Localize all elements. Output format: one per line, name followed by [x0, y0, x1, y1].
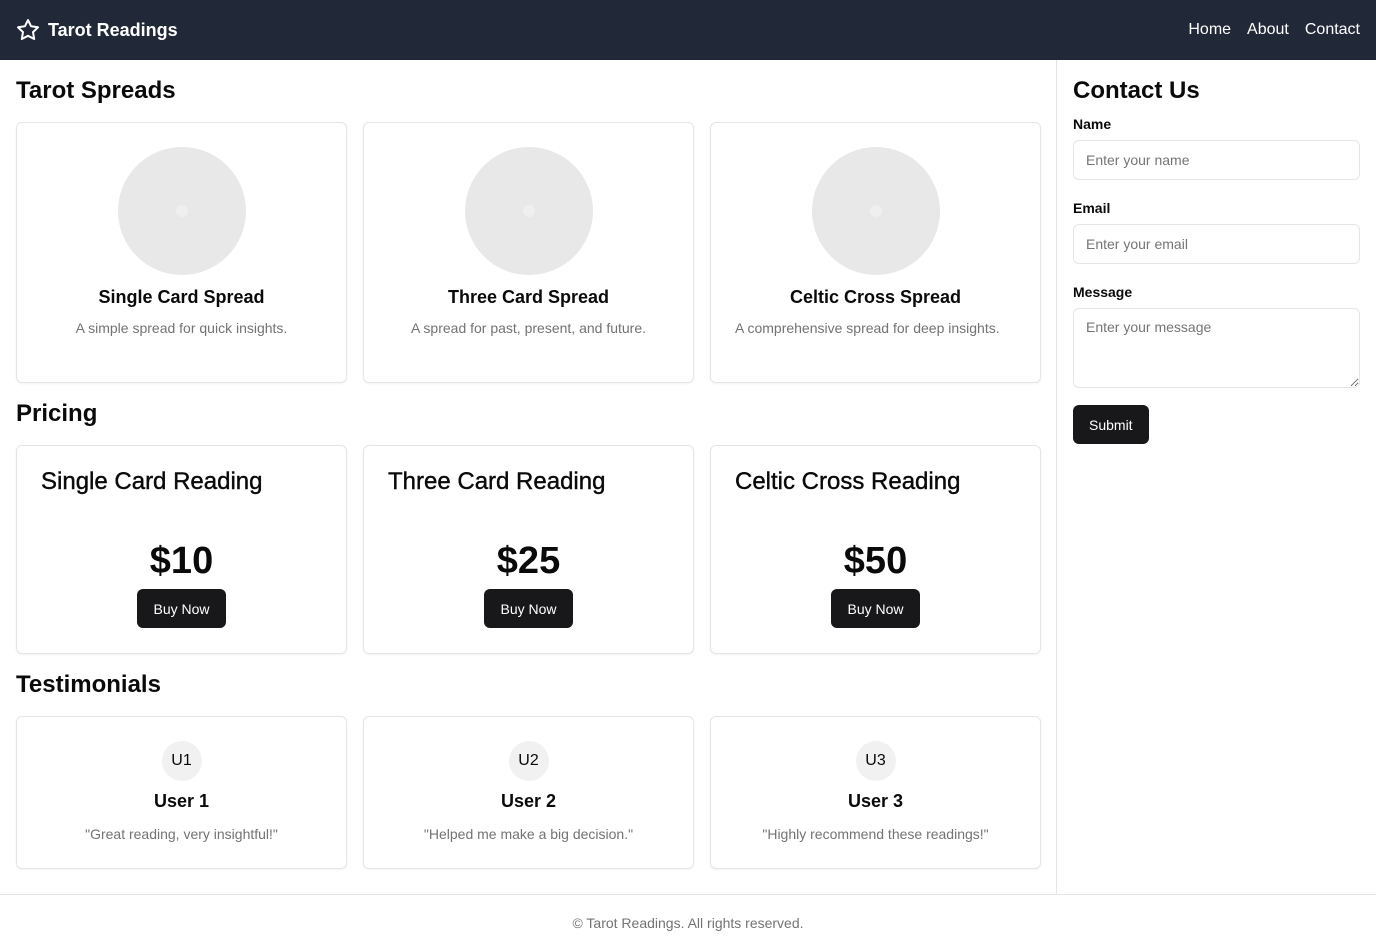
- testimonial-quote: "Highly recommend these readings!": [762, 826, 989, 842]
- submit-button[interactable]: Submit: [1073, 405, 1149, 444]
- pricing-heading: Pricing: [16, 400, 98, 427]
- testimonial-quote: "Helped me make a big decision.": [423, 826, 634, 842]
- spread-image: [464, 147, 593, 275]
- nav-about[interactable]: About: [1247, 21, 1289, 39]
- footer: © Tarot Readings. All rights reserved.: [0, 894, 1376, 950]
- footer-text: © Tarot Readings. All rights reserved.: [572, 915, 804, 931]
- email-input[interactable]: [1073, 224, 1360, 264]
- spread-desc: A simple spread for quick insights.: [75, 320, 288, 336]
- nav-contact[interactable]: Contact: [1305, 21, 1360, 39]
- spread-desc: A spread for past, present, and future.: [410, 320, 647, 336]
- avatar: U3: [855, 741, 896, 781]
- avatar: U1: [161, 741, 202, 781]
- pricing-title: Three Card Reading: [388, 468, 606, 495]
- spread-image: [811, 147, 940, 275]
- testimonial-name: User 1: [153, 791, 210, 811]
- testimonials-heading: Testimonials: [16, 671, 161, 698]
- star-icon: [17, 19, 39, 40]
- top-nav: Tarot Readings Home About Contact: [0, 0, 1376, 60]
- message-label: Message: [1073, 284, 1133, 300]
- pricing-title: Single Card Reading: [41, 468, 263, 495]
- buy-now-button[interactable]: Buy Now: [831, 589, 920, 628]
- price: $25: [496, 540, 561, 582]
- spread-image: [117, 147, 246, 275]
- price: $10: [149, 540, 214, 582]
- avatar: U2: [508, 741, 549, 781]
- spread-title: Single Card Spread: [98, 287, 265, 307]
- name-input[interactable]: [1073, 140, 1360, 180]
- spread-title: Celtic Cross Spread: [789, 287, 962, 307]
- testimonial-name: User 2: [500, 791, 557, 811]
- spreads-heading: Tarot Spreads: [16, 77, 176, 104]
- spread-title: Three Card Spread: [447, 287, 610, 307]
- pricing-card: Single Card Reading $10 Buy Now: [16, 445, 347, 654]
- pricing-card: Celtic Cross Reading $50 Buy Now: [710, 445, 1041, 654]
- testimonial-card: U1 User 1 "Great reading, very insightful!…: [16, 716, 347, 869]
- spread-desc: A comprehensive spread for deep insights…: [735, 320, 1000, 336]
- nav-home[interactable]: Home: [1188, 21, 1231, 39]
- testimonial-card: U3 User 3 "Highly recommend these readings…: [710, 716, 1041, 869]
- message-input[interactable]: [1073, 308, 1360, 388]
- contact-sidebar: Contact Us Name Email Message Submit: [1057, 60, 1376, 894]
- main-content: Tarot Spreads Single Card Spread A simple…: [0, 60, 1057, 894]
- price: $50: [843, 540, 908, 582]
- testimonial-card: U2 User 2 "Helped me make a big decision.": [363, 716, 694, 869]
- spread-card: Celtic Cross Spread A comprehensive sprea…: [710, 122, 1041, 383]
- testimonial-quote: "Great reading, very insightful!": [85, 826, 278, 842]
- name-label: Name: [1073, 116, 1112, 132]
- brand[interactable]: Tarot Readings: [16, 18, 178, 42]
- spread-card: Three Card Spread A spread for past, pres…: [363, 122, 694, 383]
- brand-title: Tarot Readings: [48, 19, 178, 40]
- email-label: Email: [1073, 200, 1111, 216]
- spread-card: Single Card Spread A simple spread for qu…: [16, 122, 347, 383]
- pricing-card: Three Card Reading $25 Buy Now: [363, 445, 694, 654]
- contact-heading: Contact Us: [1073, 77, 1200, 104]
- pricing-title: Celtic Cross Reading: [735, 468, 961, 495]
- testimonial-name: User 3: [847, 791, 904, 811]
- buy-now-button[interactable]: Buy Now: [484, 589, 573, 628]
- nav-links: Home About Contact: [1188, 21, 1360, 39]
- buy-now-button[interactable]: Buy Now: [137, 589, 226, 628]
